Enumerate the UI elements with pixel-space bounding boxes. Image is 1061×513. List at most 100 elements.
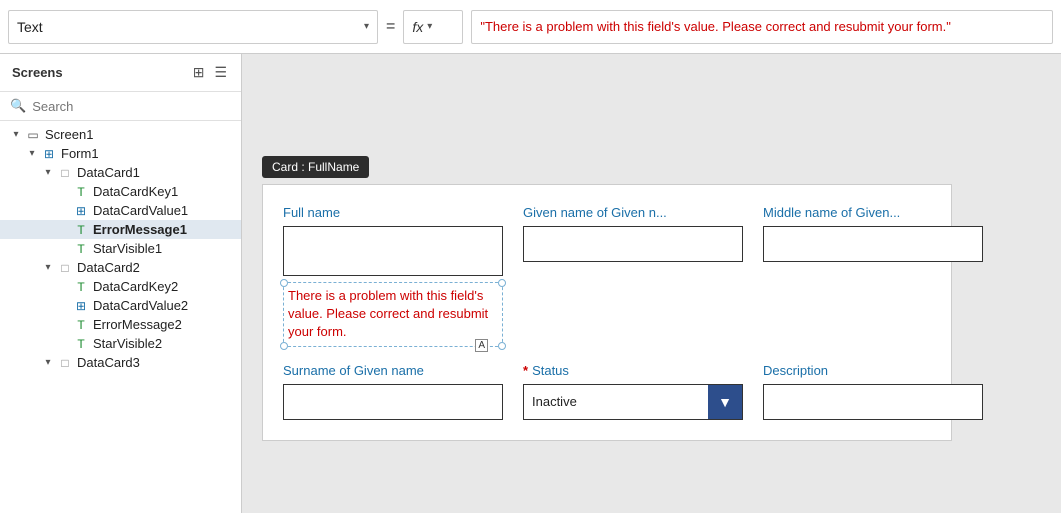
field-given-name: Given name of Given n... (523, 205, 743, 347)
field-description: Description (763, 363, 983, 420)
sidebar-item-form1[interactable]: ▾⊞Form1 (0, 144, 241, 163)
middle-name-input[interactable] (763, 226, 983, 262)
resize-handle-tr[interactable] (498, 279, 506, 287)
tree-toggle-datacard2[interactable]: ▾ (40, 262, 56, 273)
card-tooltip: Card : FullName (262, 156, 369, 178)
sidebar-item-datacard3[interactable]: ▾□DataCard3 (0, 353, 241, 372)
tree-label-datacard2: DataCard2 (77, 260, 140, 275)
sidebar-item-datacard2[interactable]: ▾□DataCard2 (0, 258, 241, 277)
sidebar-view-icons: ⊞ ☰ (191, 62, 229, 83)
sidebar-tree: ▾▭Screen1▾⊞Form1▾□DataCard1TDataCardKey1… (0, 121, 241, 513)
tree-label-screen1: Screen1 (45, 127, 93, 142)
tree-icon-datacardkey1: T (72, 185, 90, 199)
sidebar-header: Screens ⊞ ☰ (0, 54, 241, 92)
tree-icon-datacard2: □ (56, 261, 74, 275)
fx-arrow: ▾ (427, 21, 432, 32)
tree-label-datacardkey1: DataCardKey1 (93, 184, 178, 199)
tree-label-datacard3: DataCard3 (77, 355, 140, 370)
tree-label-datacardvalue2: DataCardValue2 (93, 298, 188, 313)
error-message-box[interactable]: There is a problem with this field's val… (283, 282, 503, 347)
sidebar-item-errormessage1[interactable]: TErrorMessage1 (0, 220, 241, 239)
sidebar-title: Screens (12, 65, 63, 80)
main-layout: Screens ⊞ ☰ 🔍 ▾▭Screen1▾⊞Form1▾□DataCard… (0, 54, 1061, 513)
status-dropdown-btn[interactable]: ▼ (708, 385, 742, 419)
field-middle-name-label: Middle name of Given... (763, 205, 983, 220)
sidebar-search-bar: 🔍 (0, 92, 241, 121)
property-dropdown-value: Text (17, 19, 364, 35)
tree-icon-datacardvalue2: ⊞ (72, 299, 90, 313)
description-input[interactable] (763, 384, 983, 420)
error-text: There is a problem with this field's val… (288, 288, 488, 339)
surname-input[interactable] (283, 384, 503, 420)
resize-handle-tl[interactable] (280, 279, 288, 287)
fx-label: fx (412, 19, 423, 35)
tree-label-errormessage1: ErrorMessage1 (93, 222, 187, 237)
chevron-down-icon: ▼ (718, 394, 732, 410)
field-middle-name: Middle name of Given... (763, 205, 983, 347)
tree-label-errormessage2: ErrorMessage2 (93, 317, 182, 332)
tree-icon-starvisible1: T (72, 242, 90, 256)
tree-label-starvisible1: StarVisible1 (93, 241, 162, 256)
tree-label-datacardkey2: DataCardKey2 (93, 279, 178, 294)
sidebar-item-datacard1[interactable]: ▾□DataCard1 (0, 163, 241, 182)
toolbar: Text ▾ = fx ▾ "There is a problem with t… (0, 0, 1061, 54)
sidebar-item-screen1[interactable]: ▾▭Screen1 (0, 125, 241, 144)
grid-view-icon[interactable]: ⊞ (191, 62, 207, 83)
tree-icon-datacard3: □ (56, 356, 74, 370)
tree-icon-starvisible2: T (72, 337, 90, 351)
sidebar-item-datacardkey1[interactable]: TDataCardKey1 (0, 182, 241, 201)
full-name-input[interactable] (283, 226, 503, 276)
list-view-icon[interactable]: ☰ (212, 62, 229, 83)
tree-icon-form1: ⊞ (40, 147, 58, 161)
tree-label-datacardvalue1: DataCardValue1 (93, 203, 188, 218)
form-grid: Full name There is a problem with this f… (283, 205, 931, 420)
field-full-name: Full name There is a problem with this f… (283, 205, 503, 347)
canvas-area: Card : FullName Full name There is a pro… (242, 54, 1061, 513)
tree-icon-datacardvalue1: ⊞ (72, 204, 90, 218)
property-dropdown-arrow: ▾ (364, 21, 369, 32)
form-canvas: Card : FullName Full name There is a pro… (262, 164, 1041, 513)
given-name-input[interactable] (523, 226, 743, 262)
resize-handle-br[interactable] (498, 342, 506, 350)
property-dropdown[interactable]: Text ▾ (8, 10, 378, 44)
resize-handle-bl[interactable] (280, 342, 288, 350)
tree-toggle-datacard1[interactable]: ▾ (40, 167, 56, 178)
tree-label-starvisible2: StarVisible2 (93, 336, 162, 351)
field-full-name-label: Full name (283, 205, 503, 220)
field-given-name-label: Given name of Given n... (523, 205, 743, 220)
equals-symbol: = (386, 18, 395, 36)
tree-label-form1: Form1 (61, 146, 99, 161)
search-input[interactable] (32, 99, 231, 114)
status-dropdown[interactable]: Inactive ▼ (523, 384, 743, 420)
status-value: Inactive (524, 394, 708, 409)
tree-icon-screen1: ▭ (24, 128, 42, 142)
sidebar: Screens ⊞ ☰ 🔍 ▾▭Screen1▾⊞Form1▾□DataCard… (0, 54, 242, 513)
form-card: Full name There is a problem with this f… (262, 184, 952, 441)
sidebar-item-datacardvalue2[interactable]: ⊞DataCardValue2 (0, 296, 241, 315)
tree-toggle-form1[interactable]: ▾ (24, 148, 40, 159)
field-surname: Surname of Given name (283, 363, 503, 420)
tree-icon-datacardkey2: T (72, 280, 90, 294)
field-status: * Status Inactive ▼ (523, 363, 743, 420)
sidebar-item-datacardvalue1[interactable]: ⊞DataCardValue1 (0, 201, 241, 220)
tree-icon-datacard1: □ (56, 166, 74, 180)
field-status-label: * Status (523, 363, 743, 378)
sidebar-item-starvisible2[interactable]: TStarVisible2 (0, 334, 241, 353)
field-description-label: Description (763, 363, 983, 378)
full-name-wrapper: There is a problem with this field's val… (283, 226, 503, 347)
formula-text: "There is a problem with this field's va… (480, 19, 951, 34)
sidebar-item-starvisible1[interactable]: TStarVisible1 (0, 239, 241, 258)
tree-toggle-screen1[interactable]: ▾ (8, 129, 24, 140)
tree-icon-errormessage1: T (72, 223, 90, 237)
required-star: * (523, 363, 528, 378)
fx-button[interactable]: fx ▾ (403, 10, 463, 44)
sidebar-item-errormessage2[interactable]: TErrorMessage2 (0, 315, 241, 334)
tree-label-datacard1: DataCard1 (77, 165, 140, 180)
formula-bar[interactable]: "There is a problem with this field's va… (471, 10, 1053, 44)
tree-icon-errormessage2: T (72, 318, 90, 332)
tree-toggle-datacard3[interactable]: ▾ (40, 357, 56, 368)
search-icon: 🔍 (10, 98, 26, 114)
error-label-a: A (475, 339, 488, 352)
sidebar-item-datacardkey2[interactable]: TDataCardKey2 (0, 277, 241, 296)
field-surname-label: Surname of Given name (283, 363, 503, 378)
